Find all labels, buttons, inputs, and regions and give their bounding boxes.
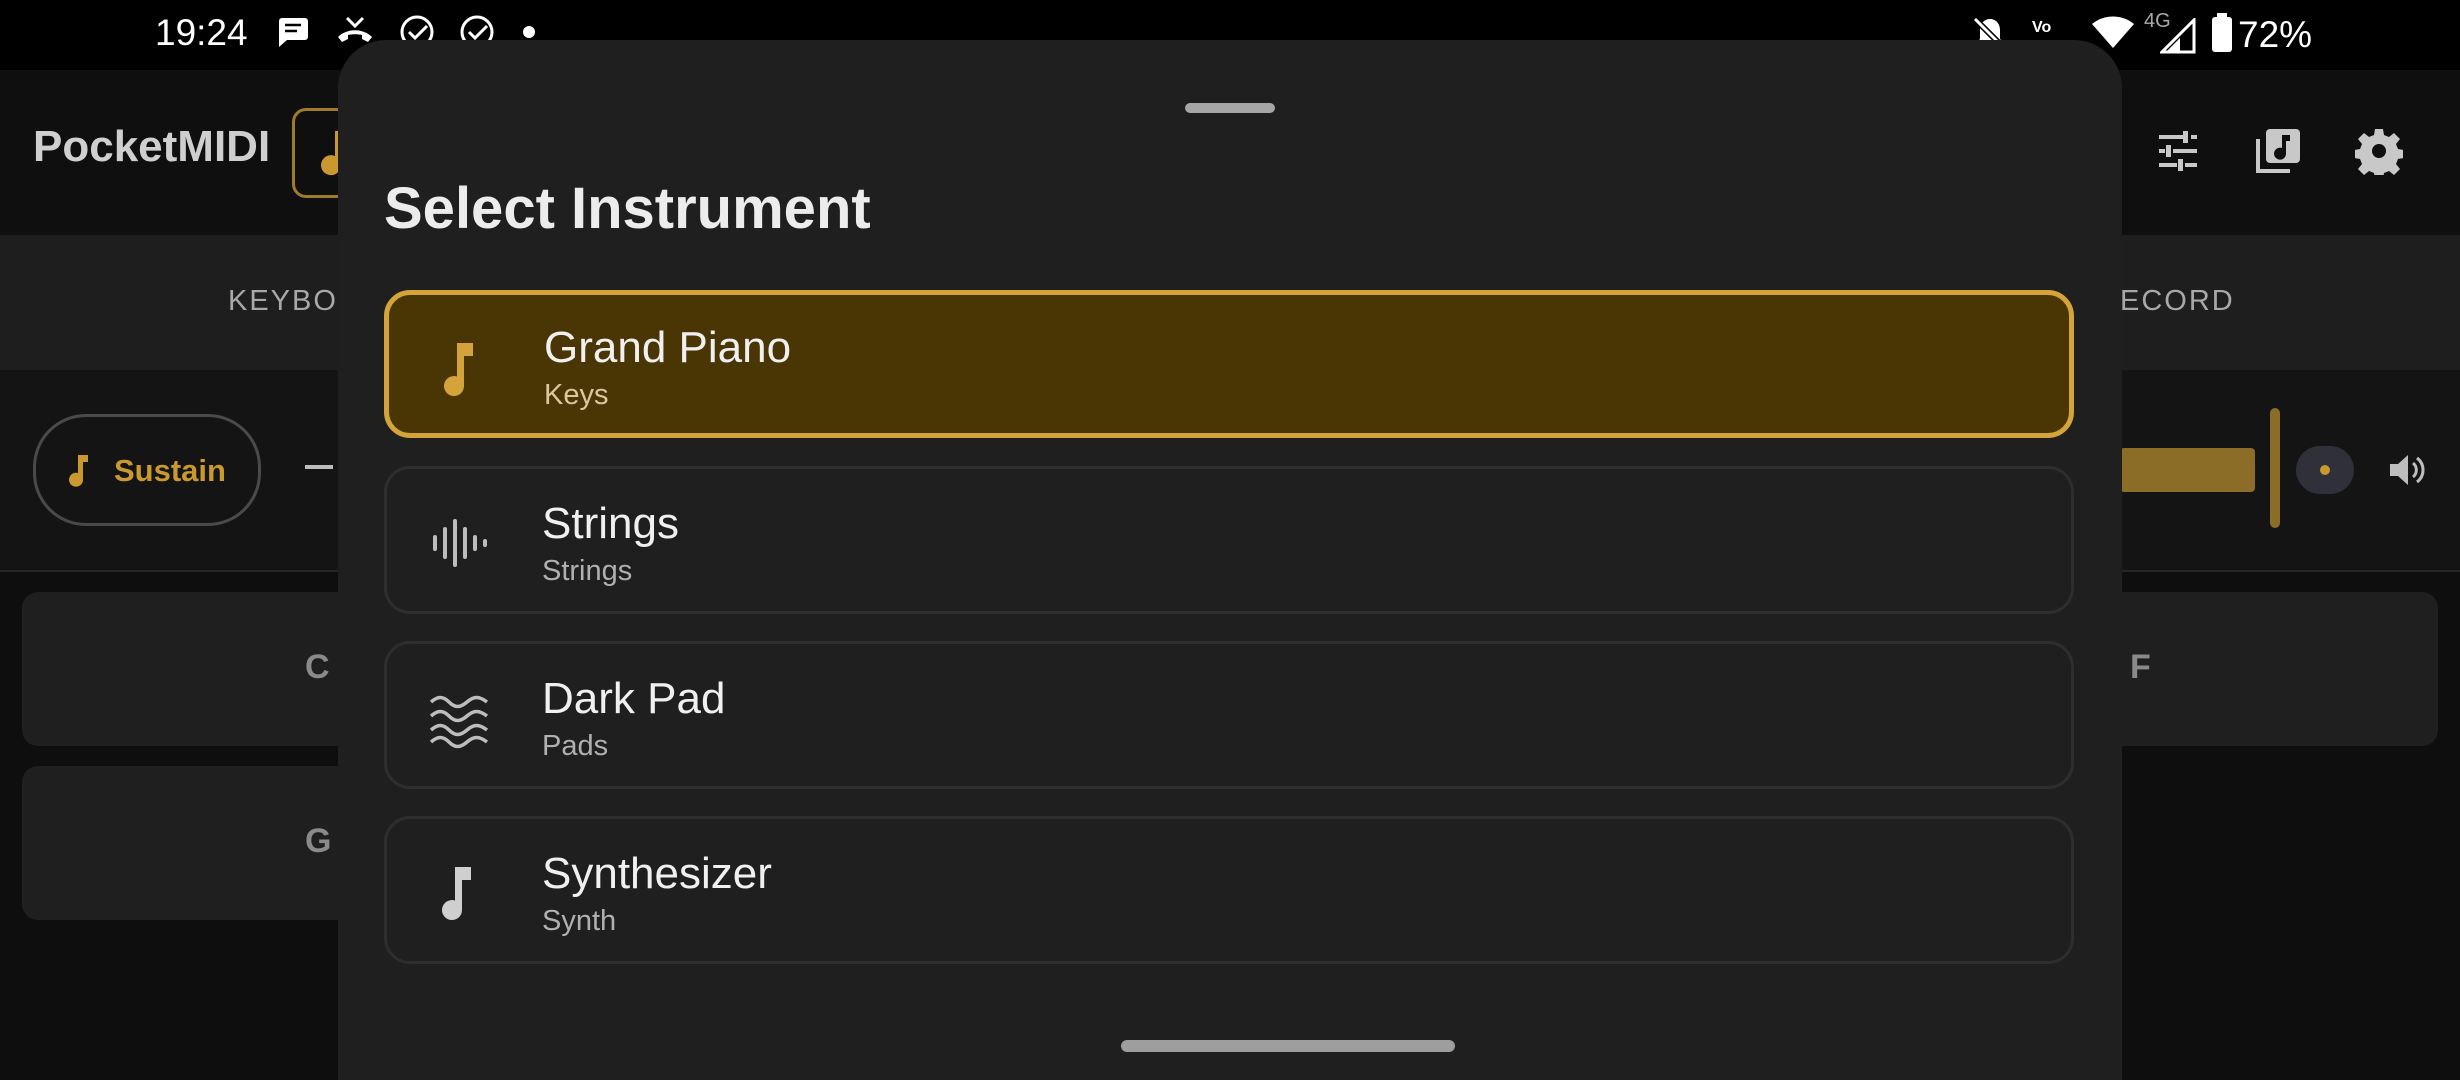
waves-icon — [429, 695, 489, 749]
settings-icon[interactable] — [2355, 127, 2403, 175]
sustain-label: Sustain — [114, 453, 226, 488]
toggle-dot — [2320, 465, 2330, 475]
svg-text:Vo: Vo — [2032, 19, 2051, 36]
instrument-bottom-sheet: Select Instrument Grand Piano Keys Strin… — [338, 40, 2122, 1080]
library-music-icon[interactable] — [2254, 127, 2302, 175]
instrument-category: Pads — [542, 730, 609, 762]
volume-slider-thumb[interactable] — [2270, 408, 2280, 528]
instrument-item-strings[interactable]: Strings Strings — [384, 466, 2074, 614]
battery-level: 72% — [2238, 14, 2313, 55]
volume-icon[interactable] — [2386, 450, 2426, 490]
music-note-icon — [69, 455, 88, 487]
sheet-title: Select Instrument — [384, 176, 871, 241]
music-note-icon — [442, 867, 471, 921]
instrument-category: Synth — [542, 905, 617, 937]
chat-bubble-icon — [275, 15, 311, 54]
instrument-item-grand-piano[interactable]: Grand Piano Keys — [384, 290, 2074, 438]
pad-f[interactable]: F — [2130, 648, 2151, 687]
decrement-button[interactable] — [305, 465, 333, 469]
instrument-item-dark-pad[interactable]: Dark Pad Pads — [384, 641, 2074, 789]
instrument-item-synthesizer[interactable]: Synthesizer Synth — [384, 816, 2074, 964]
waveform-icon — [433, 519, 487, 567]
pad-g[interactable]: G — [305, 822, 331, 861]
instrument-name: Synthesizer — [542, 849, 772, 898]
signal-icon — [2160, 18, 2196, 54]
instrument-name: Dark Pad — [542, 674, 726, 723]
tab-record[interactable]: ECORD — [2120, 285, 2235, 318]
instrument-name: Grand Piano — [544, 323, 792, 372]
pad-c[interactable]: C — [305, 648, 330, 687]
instrument-category: Strings — [542, 555, 633, 587]
app-title: PocketMIDI — [33, 122, 271, 171]
volume-slider-track[interactable] — [2120, 448, 2255, 492]
instrument-name: Strings — [542, 499, 679, 548]
instrument-category: Keys — [544, 379, 609, 411]
sustain-toggle[interactable]: Sustain — [33, 414, 261, 526]
tune-icon[interactable] — [2155, 128, 2201, 174]
music-note-icon — [444, 343, 473, 397]
status-time: 19:24 — [155, 12, 248, 53]
gesture-nav-bar[interactable] — [1121, 1040, 1455, 1052]
battery-icon — [2212, 13, 2232, 52]
drag-handle[interactable] — [1185, 103, 1275, 113]
pad-row-2: G — [22, 766, 362, 920]
